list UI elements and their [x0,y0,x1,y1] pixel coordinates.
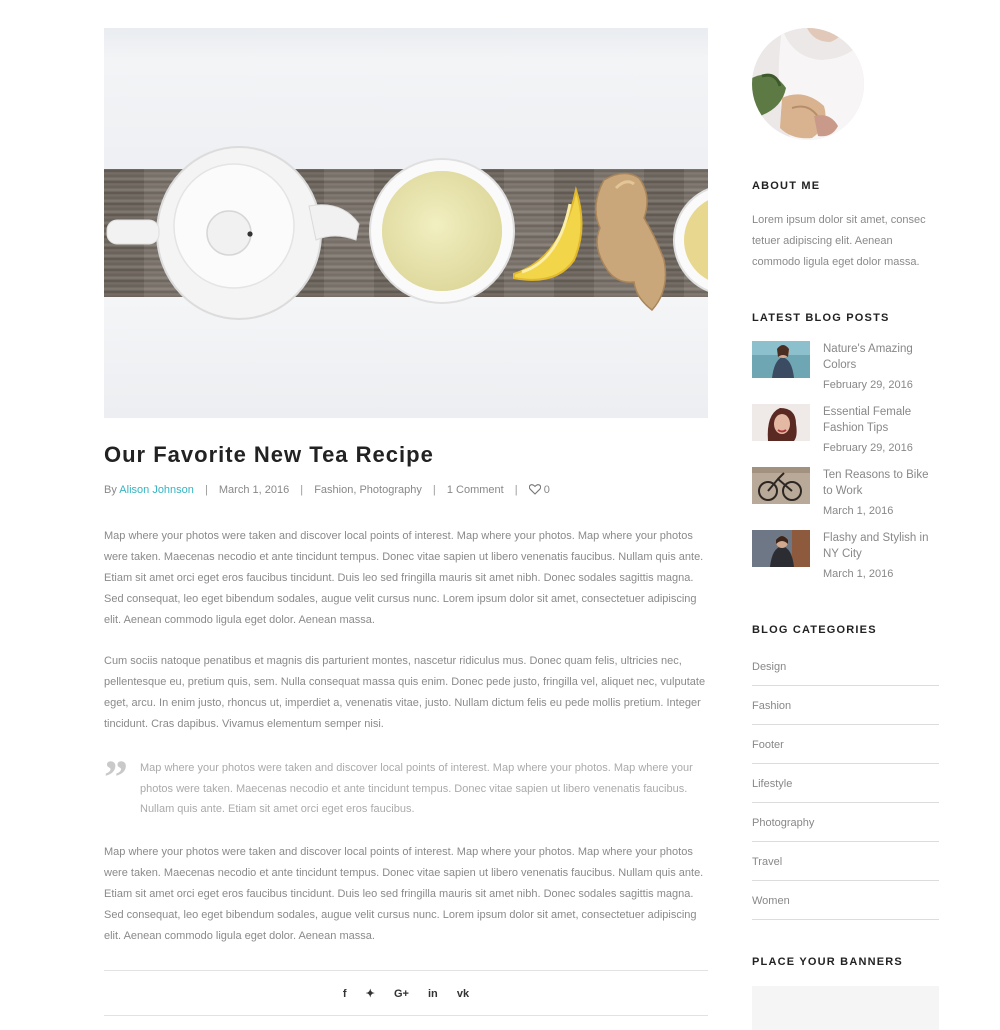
google-plus-icon[interactable]: G+ [394,988,409,1000]
twitter-icon[interactable]: ✦ [366,987,375,1000]
post-featured-image[interactable] [104,28,708,418]
thumbnail-image [752,530,810,567]
thumbnail-image [752,404,810,441]
category-item-travel[interactable]: Travel [752,842,939,881]
latest-post-date: February 29, 2016 [823,379,913,391]
comments-link[interactable]: 1 Comment [447,484,504,496]
category-comma: , [353,484,357,496]
tea-set-illustration [106,146,708,320]
meta-separator: | [432,484,436,496]
like-count: 0 [543,484,550,496]
heart-icon [528,484,541,495]
latest-post-item[interactable]: Essential Female Fashion Tips February 2… [752,404,939,460]
post-meta: By Alison Johnson | March 1, 2016 | Fash… [104,484,550,496]
post-paragraph: Map where your photos were taken and dis… [104,846,704,942]
post-thumbnail[interactable] [752,404,810,441]
latest-posts-title: LATEST BLOG POSTS [752,312,890,324]
post-thumbnail[interactable] [752,467,810,504]
post-date[interactable]: March 1, 2016 [219,484,289,496]
quote-icon: ” [104,751,128,804]
category-link-fashion[interactable]: Fashion [314,484,353,496]
latest-post-title[interactable]: Flashy and Stylish in NY City [823,530,939,562]
meta-by: By [104,484,117,496]
meta-separator: | [300,484,304,496]
post-paragraph: Cum sociis natoque penatibus et magnis d… [104,655,706,730]
latest-post-item[interactable]: Ten Reasons to Bike to Work March 1, 201… [752,467,939,523]
latest-post-item[interactable]: Flashy and Stylish in NY City March 1, 2… [752,530,939,586]
thumbnail-image [752,467,810,504]
about-title: ABOUT ME [752,180,821,192]
author-photo [752,28,864,140]
category-item-lifestyle[interactable]: Lifestyle [752,764,939,803]
about-text: Lorem ipsum dolor sit amet, consec tetue… [752,214,926,268]
vk-icon[interactable]: vk [457,988,469,1000]
post-thumbnail[interactable] [752,341,810,378]
like-button[interactable]: 0 [528,484,550,496]
post-thumbnail[interactable] [752,530,810,567]
latest-post-date: March 1, 2016 [823,505,894,517]
share-bar: f ✦ G+ in vk [104,970,708,1016]
latest-post-date: February 29, 2016 [823,442,913,454]
latest-post-title[interactable]: Essential Female Fashion Tips [823,404,939,436]
category-item-photography[interactable]: Photography [752,803,939,842]
avatar [752,28,864,140]
category-item-footer[interactable]: Footer [752,725,939,764]
latest-post-date: March 1, 2016 [823,568,894,580]
category-item-design[interactable]: Design [752,647,939,686]
categories-title: BLOG CATEGORIES [752,624,877,636]
thumbnail-image [752,341,810,378]
category-list: Design Fashion Footer Lifestyle Photogra… [752,647,939,920]
latest-post-item[interactable]: Nature's Amazing Colors February 29, 201… [752,341,939,397]
meta-separator: | [204,484,208,496]
blockquote-text: Map where your photos were taken and dis… [140,762,693,815]
category-link-photography[interactable]: Photography [359,484,421,496]
linkedin-icon[interactable]: in [428,988,438,1000]
latest-post-title[interactable]: Ten Reasons to Bike to Work [823,467,939,499]
meta-separator: | [514,484,518,496]
latest-post-title[interactable]: Nature's Amazing Colors [823,341,939,373]
facebook-icon[interactable]: f [343,988,347,1000]
banners-title: PLACE YOUR BANNERS [752,956,903,968]
author-link[interactable]: Alison Johnson [119,484,194,496]
post-paragraph: Map where your photos were taken and dis… [104,530,704,626]
post-title[interactable]: Our Favorite New Tea Recipe [104,442,434,468]
share-icons: f ✦ G+ in vk [104,987,708,1000]
category-item-women[interactable]: Women [752,881,939,920]
category-item-fashion[interactable]: Fashion [752,686,939,725]
banner-placeholder[interactable] [752,986,939,1030]
